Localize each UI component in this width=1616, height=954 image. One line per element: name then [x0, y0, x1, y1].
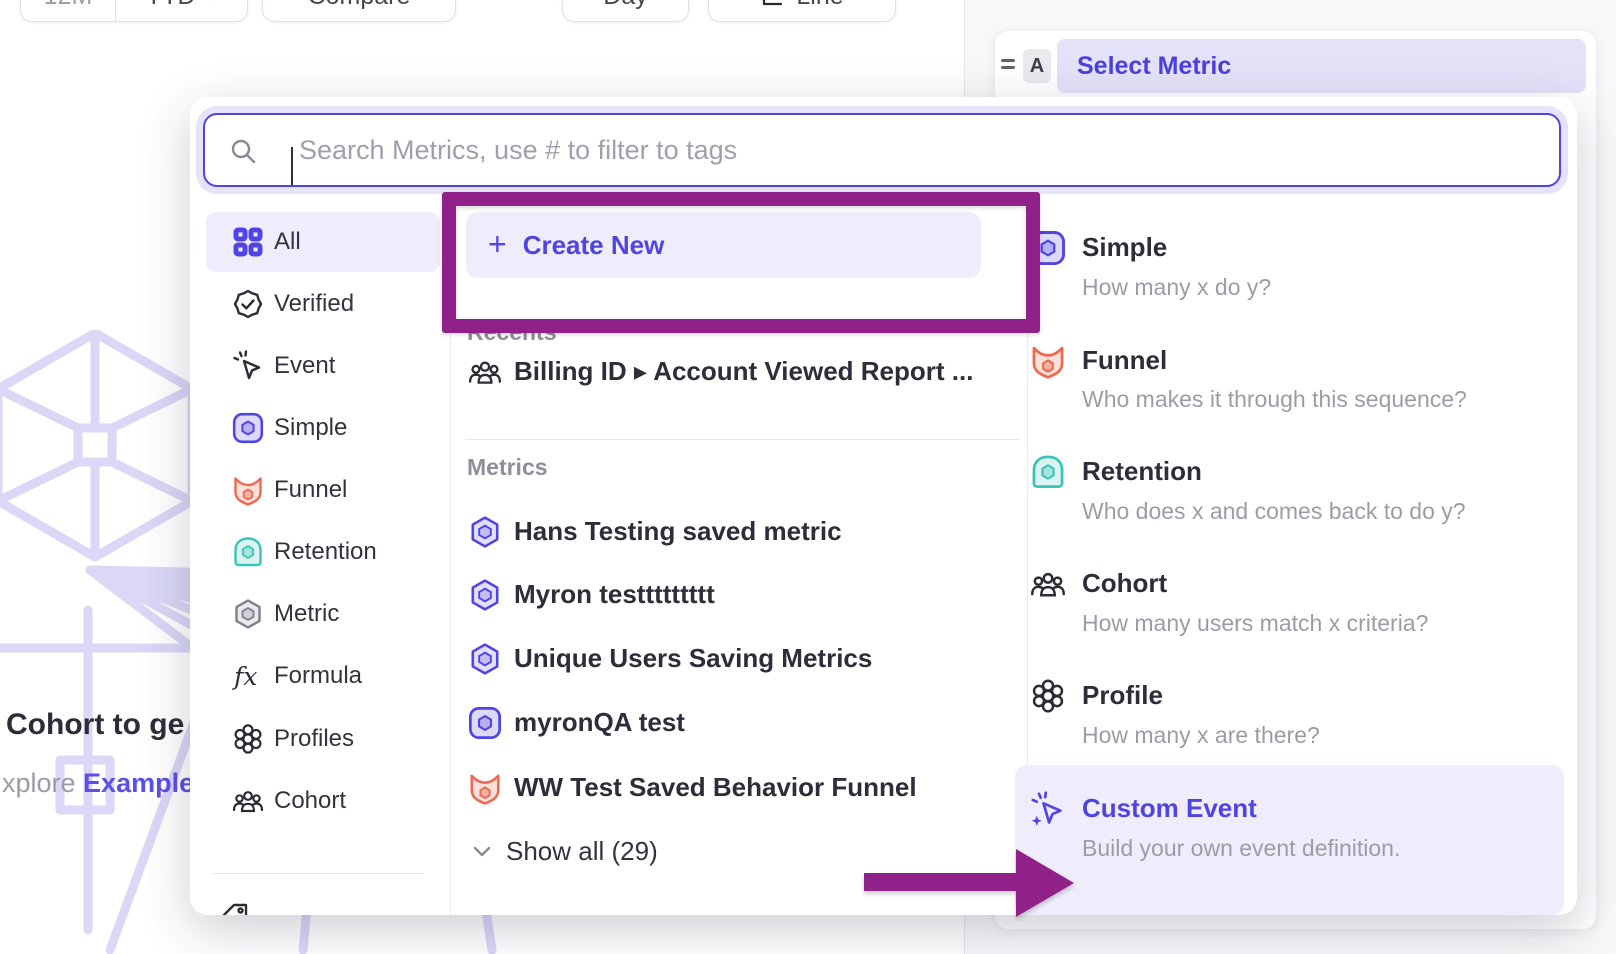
sidebar-item-all[interactable]: All — [206, 212, 440, 272]
search-bar — [203, 113, 1561, 187]
simple-icon — [232, 412, 264, 444]
event-cursor-icon — [232, 350, 264, 382]
sidebar-item-profiles[interactable]: Profiles — [206, 709, 440, 769]
metrics-heading: Metrics — [467, 454, 548, 481]
grid-icon — [232, 226, 264, 258]
profiles-icon — [1030, 678, 1066, 714]
background-headline: Cohort to ge — [6, 708, 184, 742]
retention-icon — [1030, 454, 1066, 490]
cohort-icon — [468, 355, 502, 389]
text-cursor — [291, 147, 293, 185]
simple-icon — [468, 706, 502, 740]
sidebar-item-formula[interactable]: ƒx Formula — [206, 646, 440, 706]
line-chart-icon — [760, 0, 784, 8]
formula-icon: ƒx — [232, 660, 264, 692]
sidebar-divider — [212, 873, 424, 874]
metric-hexagon-icon — [232, 598, 264, 630]
chevron-down-icon — [472, 845, 492, 858]
verified-seal-icon — [232, 288, 264, 320]
chevron-down-icon — [204, 0, 218, 1]
select-metric-field[interactable]: Select Metric — [1057, 39, 1586, 93]
metric-hexagon-purple-icon — [468, 642, 502, 676]
metric-hexagon-purple-icon — [468, 515, 502, 549]
range-ytd-button[interactable]: YTD — [116, 0, 247, 21]
interval-day-button[interactable]: Day — [562, 0, 689, 22]
explore-text: xplore — [2, 768, 83, 798]
sidebar-item-verified[interactable]: Verified — [206, 274, 440, 334]
sidebar-item-simple[interactable]: Simple — [206, 398, 440, 458]
cohort-icon — [1030, 566, 1066, 602]
annotation-arrow — [860, 845, 1080, 921]
app-root: Cohort to ge xplore Example B 12M YTD Co… — [0, 0, 1616, 954]
search-icon — [229, 137, 257, 165]
section-divider — [466, 439, 1020, 440]
sidebar-item-retention[interactable]: Retention — [206, 522, 440, 582]
range-12m-button[interactable]: 12M — [21, 0, 116, 21]
profiles-icon — [232, 723, 264, 755]
svg-text:ƒx: ƒx — [232, 662, 257, 691]
metric-hexagon-purple-icon — [468, 578, 502, 612]
sidebar-item-cohort[interactable]: Cohort — [206, 771, 440, 831]
compare-button[interactable]: Compare — [262, 0, 456, 22]
funnel-icon — [232, 474, 264, 506]
date-range-group: 12M YTD — [20, 0, 248, 22]
tag-icon — [220, 901, 252, 915]
funnel-icon — [468, 771, 502, 805]
background-explore-line: xplore Example B — [2, 768, 221, 799]
cohort-icon — [232, 785, 264, 817]
sidebar-item-event[interactable]: Event — [206, 336, 440, 396]
search-input[interactable] — [203, 113, 1561, 187]
chart-type-line-button[interactable]: Line — [708, 0, 896, 22]
funnel-icon — [1030, 343, 1066, 379]
series-a-badge: A — [1023, 49, 1051, 83]
annotation-highlight-box — [442, 192, 1040, 333]
sidebar-item-funnel[interactable]: Funnel — [206, 460, 440, 520]
custom-event-icon — [1030, 791, 1066, 827]
sidebar-item-metric[interactable]: Metric — [206, 584, 440, 644]
retention-icon — [232, 536, 264, 568]
